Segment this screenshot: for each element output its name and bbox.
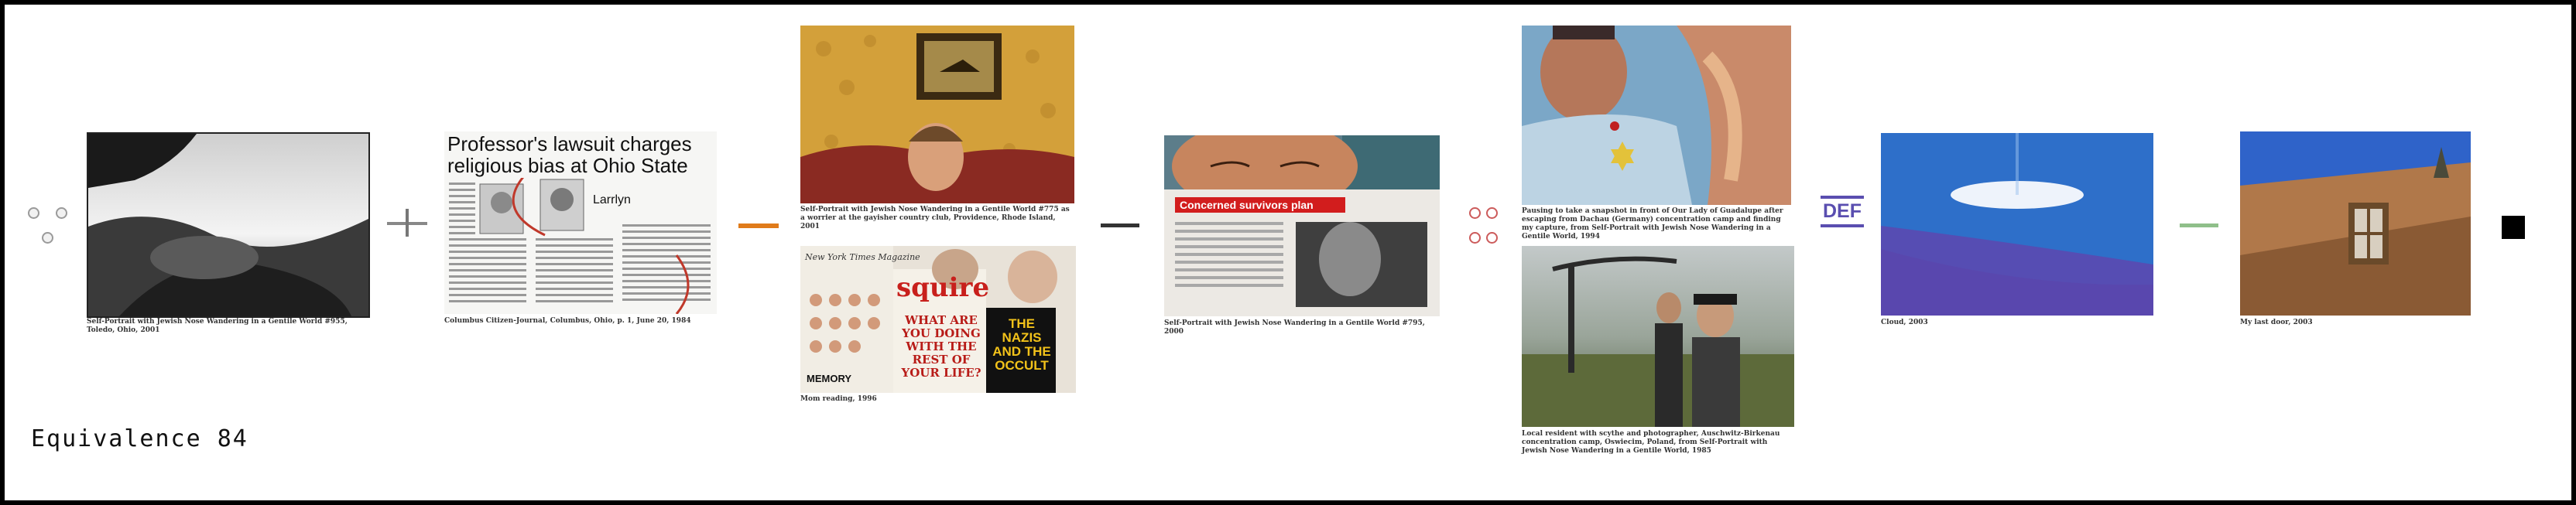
photo-1-caption: Self-Portrait with Jewish Nose Wandering… [87,318,348,334]
photo-1 [87,132,370,318]
grey-dot [42,232,53,244]
newspaper-name-tag: Larrlyn [593,193,631,206]
photo-4-caption: Mom reading, 1996 [800,395,877,403]
def-bar-bottom [1821,224,1864,227]
grey-dot [56,207,67,219]
photo-2-newspaper: Professor's lawsuit charges religious bi… [444,131,717,314]
page-title: Equivalence 84 [31,425,248,452]
def-mark: DEF [1821,196,1864,227]
photo-2-caption: Columbus Citizen-Journal, Columbus, Ohio… [444,317,691,325]
photo-5-caption: Self-Portrait with Jewish Nose Wandering… [1164,319,1425,336]
red-dot [1469,207,1481,219]
book-title: THE NAZIS AND THE OCCULT [992,316,1051,373]
newspaper-headline: Professor's lawsuit charges religious bi… [447,132,692,177]
green-connector [2180,223,2218,227]
def-bar-top [1821,196,1864,199]
magazine-title: squire [896,272,990,303]
photo-7-caption: Local resident with scythe and photograp… [1522,430,1780,455]
photo-5: Concerned survivors plan [1164,135,1440,316]
photo-9 [2240,131,2471,316]
red-dot [1469,232,1481,244]
photo-8-caption: Cloud, 2003 [1881,319,1928,326]
photo-4: New York Times Magazine squire WHAT ARE … [800,246,1076,393]
photo-6-caption: Pausing to take a snapshot in front of O… [1522,207,1783,241]
end-square [2502,216,2525,239]
grey-dot [28,207,39,219]
photo-3-caption: Self-Portrait with Jewish Nose Wandering… [800,206,1070,230]
red-dot [1486,232,1498,244]
magazine-masthead: New York Times Magazine [805,252,920,262]
orange-connector [738,223,779,228]
photo-9-caption: My last door, 2003 [2240,319,2313,326]
tick-connector [406,209,409,237]
magazine-cover-line: WHAT ARE YOU DOING WITH THE REST OF YOUR… [901,313,981,380]
def-label: DEF [1823,200,1862,222]
svg-text:Concerned survivors plan: Concerned survivors plan [1180,199,1314,211]
photo-7 [1522,246,1794,427]
memory-label: MEMORY [807,373,852,384]
red-dot [1486,207,1498,219]
photo-3 [800,26,1074,203]
dark-connector [1101,223,1139,227]
photo-8 [1881,133,2153,316]
photo-6 [1522,26,1791,205]
